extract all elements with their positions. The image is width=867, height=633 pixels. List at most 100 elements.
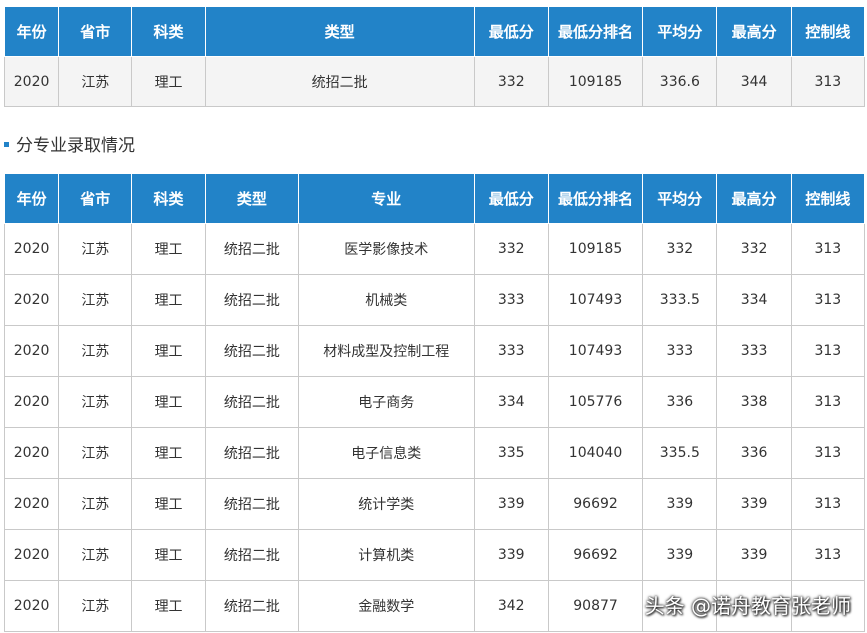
cell-avg-score: 339 <box>642 529 718 581</box>
table-row: 2020 江苏 理工 统招二批 332 109185 336.6 344 313 <box>3 56 866 107</box>
cell-province: 江苏 <box>58 427 133 479</box>
cell-avg-score: 336 <box>642 376 718 428</box>
cell-min-rank: 104040 <box>547 427 644 479</box>
cell-type: 统招二批 <box>204 376 300 428</box>
cell-major: 计算机类 <box>298 529 475 581</box>
cell-min-rank: 96692 <box>547 478 644 530</box>
header-control-line: 控制线 <box>790 173 866 224</box>
table-row: 2020 江苏 理工 统招二批 材料成型及控制工程 333 107493 333 333 313 <box>3 325 866 377</box>
cell-province: 江苏 <box>58 376 133 428</box>
header-min-rank: 最低分排名 <box>547 173 644 224</box>
header-control-line: 控制线 <box>790 6 866 57</box>
major-table: 年份 省市 科类 类型 专业 最低分 最低分排名 平均分 最高分 控制线 202… <box>3 173 866 632</box>
cell-province: 江苏 <box>58 325 133 377</box>
cell-province: 江苏 <box>58 223 133 275</box>
header-avg-score: 平均分 <box>642 6 718 57</box>
cell-subject: 理工 <box>131 376 206 428</box>
cell-year: 2020 <box>3 580 60 632</box>
header-subject: 科类 <box>131 173 206 224</box>
cell-control-line: 313 <box>790 325 866 377</box>
cell-major: 电子信息类 <box>298 427 475 479</box>
cell-min-rank: 107493 <box>547 325 644 377</box>
cell-control-line: 313 <box>790 427 866 479</box>
cell-type: 统招二批 <box>204 427 300 479</box>
cell-control-line: 313 <box>790 56 866 107</box>
cell-min-score: 332 <box>473 223 549 275</box>
major-header-row: 年份 省市 科类 类型 专业 最低分 最低分排名 平均分 最高分 控制线 <box>3 173 866 224</box>
cell-max-score: 334 <box>716 274 792 326</box>
cell-avg-score: 333.5 <box>642 274 718 326</box>
header-year: 年份 <box>3 6 60 57</box>
table-row: 2020 江苏 理工 统招二批 电子信息类 335 104040 335.5 336 313 <box>3 427 866 479</box>
cell-subject: 理工 <box>131 478 206 530</box>
cell-year: 2020 <box>3 376 60 428</box>
header-province: 省市 <box>58 173 133 224</box>
cell-control-line: 313 <box>790 274 866 326</box>
cell-avg-score: 336.6 <box>642 56 718 107</box>
cell-min-rank: 109185 <box>547 223 644 275</box>
summary-table: 年份 省市 科类 类型 最低分 最低分排名 平均分 最高分 控制线 2020 江… <box>3 6 866 107</box>
cell-subject: 理工 <box>131 427 206 479</box>
section-title: 分专业录取情况 <box>4 131 135 156</box>
cell-control-line: 313 <box>790 223 866 275</box>
header-max-score: 最高分 <box>716 173 792 224</box>
cell-min-score: 332 <box>473 56 549 107</box>
cell-control-line: 313 <box>790 376 866 428</box>
cell-min-rank: 109185 <box>547 56 644 107</box>
cell-year: 2020 <box>3 56 60 107</box>
cell-year: 2020 <box>3 325 60 377</box>
header-min-rank: 最低分排名 <box>547 6 644 57</box>
cell-control-line: 313 <box>790 529 866 581</box>
cell-max-score: 332 <box>716 223 792 275</box>
cell-province: 江苏 <box>58 274 133 326</box>
cell-major: 机械类 <box>298 274 475 326</box>
cell-type: 统招二批 <box>204 274 300 326</box>
cell-year: 2020 <box>3 478 60 530</box>
cell-min-score: 339 <box>473 529 549 581</box>
cell-type: 统招二批 <box>204 223 300 275</box>
summary-header-row: 年份 省市 科类 类型 最低分 最低分排名 平均分 最高分 控制线 <box>3 6 866 57</box>
cell-max-score: 339 <box>716 478 792 530</box>
cell-max-score: 333 <box>716 325 792 377</box>
cell-min-rank: 105776 <box>547 376 644 428</box>
cell-min-rank: 90877 <box>547 580 644 632</box>
cell-avg-score: 332 <box>642 223 718 275</box>
cell-province: 江苏 <box>58 529 133 581</box>
cell-province: 江苏 <box>58 478 133 530</box>
cell-type: 统招二批 <box>204 529 300 581</box>
cell-type: 统招二批 <box>204 56 475 107</box>
cell-control-line: 313 <box>790 478 866 530</box>
bullet-icon <box>4 141 9 147</box>
cell-subject: 理工 <box>131 325 206 377</box>
cell-year: 2020 <box>3 427 60 479</box>
header-type: 类型 <box>204 6 475 57</box>
cell-year: 2020 <box>3 274 60 326</box>
cell-min-rank: 107493 <box>547 274 644 326</box>
cell-max-score: 336 <box>716 427 792 479</box>
cell-min-score: 333 <box>473 274 549 326</box>
cell-subject: 理工 <box>131 223 206 275</box>
cell-avg-score: 335.5 <box>642 427 718 479</box>
section-title-text: 分专业录取情况 <box>16 136 135 156</box>
cell-max-score: 339 <box>716 529 792 581</box>
cell-province: 江苏 <box>58 580 133 632</box>
header-max-score: 最高分 <box>716 6 792 57</box>
header-min-score: 最低分 <box>473 173 549 224</box>
cell-type: 统招二批 <box>204 478 300 530</box>
cell-min-score: 335 <box>473 427 549 479</box>
cell-min-score: 339 <box>473 478 549 530</box>
cell-type: 统招二批 <box>204 580 300 632</box>
header-province: 省市 <box>58 6 133 57</box>
table-row: 2020 江苏 理工 统招二批 电子商务 334 105776 336 338 313 <box>3 376 866 428</box>
cell-avg-score: 333 <box>642 325 718 377</box>
cell-major: 医学影像技术 <box>298 223 475 275</box>
header-major: 专业 <box>298 173 475 224</box>
table-row: 2020 江苏 理工 统招二批 医学影像技术 332 109185 332 332 313 <box>3 223 866 275</box>
cell-major: 统计学类 <box>298 478 475 530</box>
cell-avg-score: 339 <box>642 478 718 530</box>
major-table-body: 2020 江苏 理工 统招二批 医学影像技术 332 109185 332 332 313 2020… <box>3 223 866 632</box>
cell-min-score: 333 <box>473 325 549 377</box>
table-row: 2020 江苏 理工 统招二批 计算机类 339 96692 339 339 313 <box>3 529 866 581</box>
cell-year: 2020 <box>3 529 60 581</box>
header-year: 年份 <box>3 173 60 224</box>
